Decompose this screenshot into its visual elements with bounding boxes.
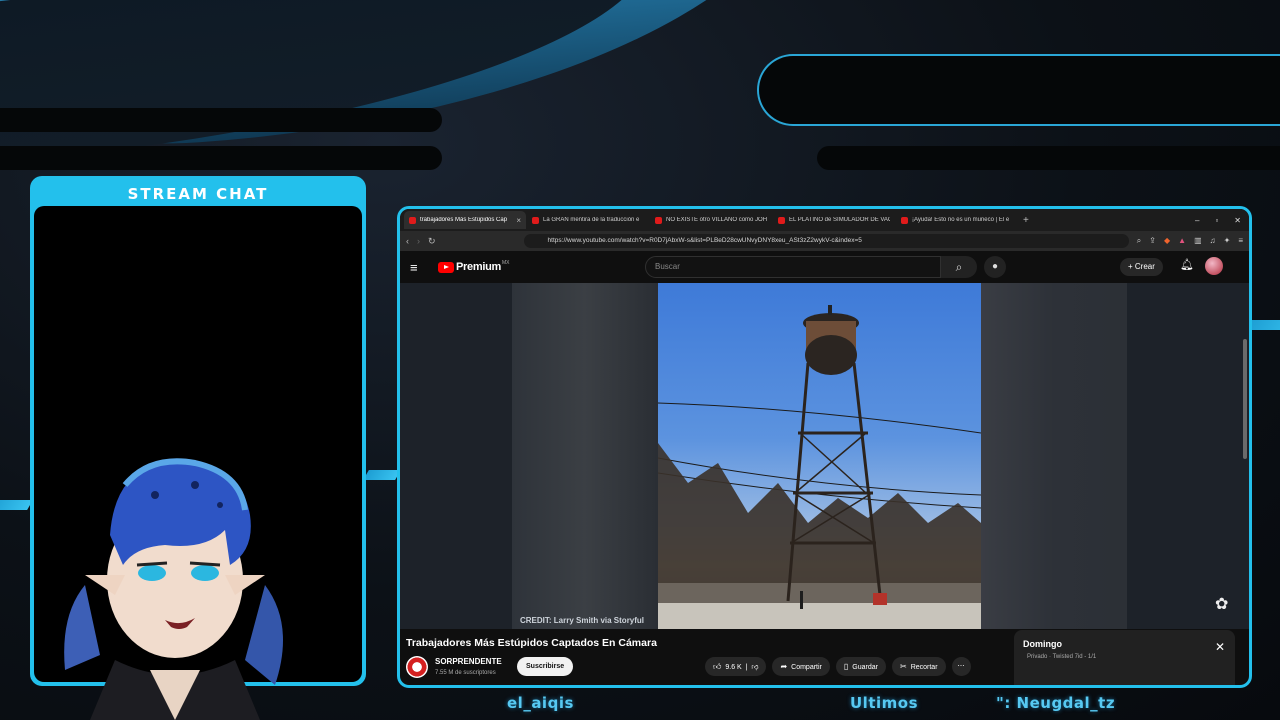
channel-name[interactable]: SORPRENDENTE xyxy=(435,657,502,666)
notifications-bell-icon[interactable]: 🔔︎ xyxy=(1180,258,1194,271)
maximize-icon[interactable]: ▫ xyxy=(1215,216,1218,225)
video-frame[interactable] xyxy=(658,283,981,629)
logo-region: MX xyxy=(501,260,510,266)
youtube-play-icon xyxy=(438,261,454,273)
share-arrow-icon: ➦ xyxy=(780,662,788,671)
browser-tab[interactable]: NO EXISTE otro VILLANO como JOH xyxy=(650,211,772,229)
video-title: Trabajadores Más Estúpidos Captados En C… xyxy=(406,637,657,649)
address-bar: ‹ › ↻ https://www.youtube.com/watch?v=R0… xyxy=(400,231,1249,251)
minimize-icon[interactable]: – xyxy=(1195,216,1199,225)
tab-title: trabajadores Más Estúpidos Cap xyxy=(420,217,508,223)
decor-bar xyxy=(0,146,442,170)
player-letterbox xyxy=(400,283,512,629)
logo-text: Premium xyxy=(456,261,501,273)
bookmark-icon: ▯ xyxy=(843,662,849,671)
clip-button[interactable]: ✂ Recortar xyxy=(891,657,946,676)
microphone-icon[interactable]: ● xyxy=(984,256,1006,278)
scissors-icon: ✂ xyxy=(899,662,907,671)
video-credit: CREDIT: Larry Smith via Storyful xyxy=(520,616,645,625)
tab-title: La GRAN mentira de la traducción e xyxy=(543,217,640,223)
tab-title: ¡Ayuda! Esto no es un muñeco | El e xyxy=(912,217,1010,223)
player-letterbox xyxy=(1127,283,1249,629)
create-button[interactable]: + Crear xyxy=(1120,258,1163,276)
scrollbar[interactable] xyxy=(1243,339,1247,459)
blurred-side-left xyxy=(512,283,658,629)
share-icon[interactable]: ⇪ xyxy=(1149,236,1156,246)
forward-icon[interactable]: › xyxy=(417,236,420,246)
tab-title: NO EXISTE otro VILLANO como JOH xyxy=(666,217,767,223)
youtube-header: ≡ Premium MX Buscar ⌕ ● + Crear 🔔︎ xyxy=(400,251,1249,283)
decor-bar xyxy=(817,146,1280,170)
decor-pill xyxy=(757,54,1280,126)
menu-icon[interactable]: ≡ xyxy=(1238,236,1243,246)
sidebar-icon[interactable]: ▥ xyxy=(1194,236,1202,246)
back-icon[interactable]: ‹ xyxy=(406,236,409,246)
browser-tab[interactable]: ¡Ayuda! Esto no es un muñeco | El e xyxy=(896,211,1018,229)
stream-overlay: STREAM CHAT trabajadores Más Estúpidos C… xyxy=(0,0,1280,720)
ticker-text: ": Neugdal_tz xyxy=(996,694,1116,712)
extensions-icon[interactable]: ✦ xyxy=(1224,236,1231,246)
share-label: Compartir xyxy=(791,664,822,671)
tab-title: EL PLATINO de SIMULADOR DE VAC xyxy=(789,217,890,223)
close-icon[interactable]: ✕ xyxy=(1215,640,1225,654)
youtube-favicon-icon xyxy=(901,216,908,224)
chat-title: STREAM CHAT xyxy=(127,185,269,203)
playlist-panel[interactable]: Domingo Privado · Twisted 7id - 1/1 ✕ xyxy=(1014,630,1235,685)
youtube-favicon-icon xyxy=(409,216,416,224)
water-tower-scene xyxy=(658,305,981,629)
decor-stripe xyxy=(363,470,401,480)
channel-subscribers: 7.55 M de suscriptores xyxy=(435,670,496,676)
decor-bar xyxy=(0,108,442,132)
playlist-title: Domingo xyxy=(1023,639,1062,649)
rewards-icon[interactable]: ▲ xyxy=(1178,236,1186,246)
vtuber-avatar xyxy=(64,458,283,720)
youtube-favicon-icon xyxy=(778,216,785,224)
youtube-favicon-icon xyxy=(655,216,662,224)
subscribe-button[interactable]: Suscribirse xyxy=(517,657,574,676)
youtube-favicon-icon xyxy=(532,216,539,224)
browser-tab[interactable]: EL PLATINO de SIMULADOR DE VAC xyxy=(773,211,895,229)
zoom-icon[interactable]: ⌕ xyxy=(1137,236,1141,246)
save-label: Guardar xyxy=(852,664,878,671)
video-info: Trabajadores Más Estúpidos Captados En C… xyxy=(400,629,1249,685)
close-window-icon[interactable]: ✕ xyxy=(1234,216,1241,225)
pixel-mascot-icon: ✿ xyxy=(1215,596,1229,613)
channel-avatar[interactable] xyxy=(406,656,428,678)
music-icon[interactable]: ♫ xyxy=(1210,236,1216,246)
ticker-text: Ultimos xyxy=(850,694,918,712)
video-player[interactable]: CREDIT: Larry Smith via Storyful ✿ xyxy=(400,283,1249,629)
url-field[interactable]: https://www.youtube.com/watch?v=R0D7jAbx… xyxy=(523,234,1129,248)
like-button[interactable]: 👍︎ 9.6 K | 👎︎ xyxy=(705,657,767,676)
blurred-side-right xyxy=(981,283,1127,629)
browser-tab[interactable]: trabajadores Más Estúpidos Cap × xyxy=(404,211,526,229)
brave-shield-icon[interactable]: ◆ xyxy=(1164,236,1170,246)
clip-label: Recortar xyxy=(910,664,938,671)
action-bar: 👍︎ 9.6 K | 👎︎ ➦ Compartir ▯ Guardar ✂ Recort… xyxy=(705,657,971,676)
reload-icon[interactable]: ↻ xyxy=(428,236,436,247)
browser-tab[interactable]: La GRAN mentira de la traducción e xyxy=(527,211,649,229)
ticker-text: el_aiqis xyxy=(507,694,574,712)
tab-strip: trabajadores Más Estúpidos Cap × La GRAN… xyxy=(400,209,1249,231)
search-input[interactable]: Buscar xyxy=(645,256,941,278)
new-tab-icon[interactable]: + xyxy=(1023,215,1029,226)
browser-window: trabajadores Más Estúpidos Cap × La GRAN… xyxy=(400,209,1249,685)
toolbar-icons: ⌕ ⇪ ◆ ▲ ▥ ♫ ✦ ≡ xyxy=(1137,236,1243,246)
thumbs-up-icon: 👍︎ xyxy=(713,662,722,671)
window-controls: – ▫ ✕ xyxy=(1195,216,1249,225)
playlist-subtitle: Privado · Twisted 7id - 1/1 xyxy=(1027,654,1097,660)
search-icon[interactable]: ⌕ xyxy=(941,256,977,278)
more-actions-icon[interactable]: ⋯ xyxy=(951,657,971,676)
hamburger-menu-icon[interactable]: ≡ xyxy=(410,260,430,275)
share-button[interactable]: ➦ Compartir xyxy=(772,657,830,676)
browser-capture-frame: trabajadores Más Estúpidos Cap × La GRAN… xyxy=(397,206,1252,688)
profile-avatar[interactable] xyxy=(1205,257,1223,275)
close-tab-icon[interactable]: × xyxy=(516,216,521,225)
save-button[interactable]: ▯ Guardar xyxy=(835,657,886,676)
like-count: 9.6 K xyxy=(725,664,742,671)
decor-swoosh-dark xyxy=(0,0,667,168)
thumbs-down-icon[interactable]: 👎︎ xyxy=(751,664,758,671)
decor-stripe xyxy=(0,500,33,510)
youtube-premium-logo[interactable]: Premium MX xyxy=(438,260,510,273)
